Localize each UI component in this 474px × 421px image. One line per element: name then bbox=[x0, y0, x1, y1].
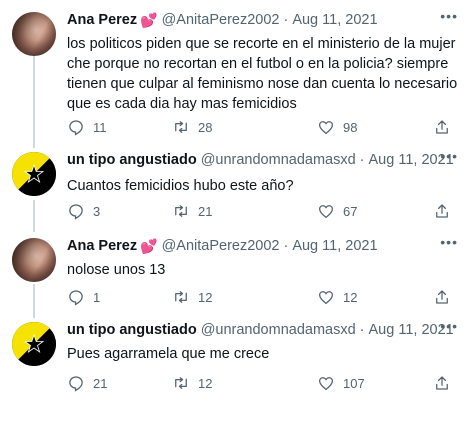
heart-icon bbox=[318, 377, 334, 391]
more-options-icon[interactable]: ••• bbox=[440, 318, 458, 334]
action-bar: 1 12 12 bbox=[67, 288, 462, 308]
separator-dot: · bbox=[283, 12, 289, 28]
reply-count: 3 bbox=[93, 203, 101, 219]
tweet[interactable]: un tipo angustiado @unrandomnadamasxd · … bbox=[0, 148, 474, 224]
like-button[interactable]: 67 bbox=[317, 202, 357, 220]
like-count: 98 bbox=[343, 119, 358, 135]
more-options-icon[interactable]: ••• bbox=[440, 8, 458, 24]
action-bar: 21 12 107 bbox=[67, 374, 462, 394]
reply-icon bbox=[69, 376, 83, 392]
author-name[interactable]: un tipo angustiado bbox=[67, 322, 197, 338]
tweet[interactable]: Ana Perez 💕 @AnitaPerez2002 · Aug 11, 20… bbox=[0, 234, 474, 308]
separator-dot: · bbox=[359, 152, 365, 168]
avatar[interactable] bbox=[12, 322, 56, 366]
reply-button[interactable]: 1 bbox=[67, 288, 100, 306]
retweet-icon bbox=[175, 121, 187, 133]
tweet-text: los politicos piden que se recorte en el… bbox=[67, 36, 458, 112]
share-icon bbox=[436, 376, 448, 390]
reply-count: 1 bbox=[93, 289, 101, 305]
reply-icon bbox=[69, 120, 83, 136]
avatar[interactable] bbox=[12, 12, 56, 56]
tweet-header: Ana Perez 💕 @AnitaPerez2002 · Aug 11, 20… bbox=[67, 236, 378, 256]
two-hearts-emoji: 💕 bbox=[140, 237, 158, 254]
action-bar: 3 21 67 bbox=[67, 202, 462, 222]
tweet[interactable]: Ana Perez 💕 @AnitaPerez2002 · Aug 11, 20… bbox=[0, 8, 474, 138]
reply-icon bbox=[69, 290, 83, 306]
more-options-icon[interactable]: ••• bbox=[440, 234, 458, 250]
share-button[interactable] bbox=[433, 288, 451, 306]
author-handle[interactable]: @AnitaPerez2002 bbox=[162, 12, 280, 28]
retweet-icon bbox=[175, 205, 187, 217]
tweet-header: un tipo angustiado @unrandomnadamasxd · … bbox=[67, 320, 454, 340]
avatar[interactable] bbox=[12, 238, 56, 282]
share-icon bbox=[436, 204, 448, 218]
separator-dot: · bbox=[283, 238, 289, 254]
more-options-icon[interactable]: ••• bbox=[440, 148, 458, 164]
heart-icon bbox=[318, 291, 334, 305]
reply-button[interactable]: 11 bbox=[67, 118, 107, 136]
reply-button[interactable]: 21 bbox=[67, 374, 107, 392]
retweet-count: 21 bbox=[198, 203, 213, 219]
retweet-button[interactable]: 12 bbox=[172, 374, 212, 392]
reply-button[interactable]: 3 bbox=[67, 202, 100, 220]
retweet-count: 12 bbox=[198, 375, 213, 391]
reply-count: 11 bbox=[93, 119, 107, 135]
retweet-count: 12 bbox=[198, 289, 213, 305]
retweet-count: 28 bbox=[198, 119, 213, 135]
share-icon bbox=[436, 290, 448, 304]
heart-icon bbox=[318, 121, 334, 135]
tweet-text: Pues agarramela que me crece bbox=[67, 346, 270, 362]
retweet-button[interactable]: 21 bbox=[172, 202, 212, 220]
reply-count: 21 bbox=[93, 375, 108, 391]
share-icon bbox=[436, 120, 448, 134]
two-hearts-emoji: 💕 bbox=[140, 11, 158, 28]
heart-icon bbox=[318, 205, 334, 219]
separator-dot: · bbox=[359, 322, 365, 338]
anarchy-flag-icon bbox=[12, 322, 56, 366]
share-button[interactable] bbox=[433, 202, 451, 220]
like-button[interactable]: 98 bbox=[317, 118, 357, 136]
like-button[interactable]: 12 bbox=[317, 288, 357, 306]
tweet-header: Ana Perez 💕 @AnitaPerez2002 · Aug 11, 20… bbox=[67, 10, 378, 30]
action-bar: 11 28 98 bbox=[67, 118, 462, 138]
retweet-icon bbox=[175, 377, 187, 389]
avatar[interactable] bbox=[12, 152, 56, 196]
author-handle[interactable]: @unrandomnadamasxd bbox=[201, 322, 356, 338]
tweet-text: nolose unos 13 bbox=[67, 262, 166, 278]
like-count: 67 bbox=[343, 203, 358, 219]
like-count: 107 bbox=[343, 375, 365, 391]
tweet-date[interactable]: Aug 11, 2021 bbox=[292, 12, 377, 28]
tweet-header: un tipo angustiado @unrandomnadamasxd · … bbox=[67, 150, 454, 170]
author-name[interactable]: Ana Perez bbox=[67, 238, 137, 254]
like-button[interactable]: 107 bbox=[317, 374, 365, 392]
share-button[interactable] bbox=[433, 374, 451, 392]
retweet-icon bbox=[175, 291, 187, 303]
author-handle[interactable]: @unrandomnadamasxd bbox=[201, 152, 356, 168]
author-name[interactable]: un tipo angustiado bbox=[67, 152, 197, 168]
like-count: 12 bbox=[343, 289, 358, 305]
author-handle[interactable]: @AnitaPerez2002 bbox=[162, 238, 280, 254]
retweet-button[interactable]: 12 bbox=[172, 288, 212, 306]
anarchy-flag-icon bbox=[12, 152, 56, 196]
retweet-button[interactable]: 28 bbox=[172, 118, 212, 136]
tweet-date[interactable]: Aug 11, 2021 bbox=[292, 238, 377, 254]
tweet[interactable]: un tipo angustiado @unrandomnadamasxd · … bbox=[0, 318, 474, 400]
reply-icon bbox=[69, 204, 83, 220]
tweet-text: Cuantos femicidios hubo este año? bbox=[67, 178, 294, 194]
author-name[interactable]: Ana Perez bbox=[67, 12, 137, 28]
share-button[interactable] bbox=[433, 118, 451, 136]
